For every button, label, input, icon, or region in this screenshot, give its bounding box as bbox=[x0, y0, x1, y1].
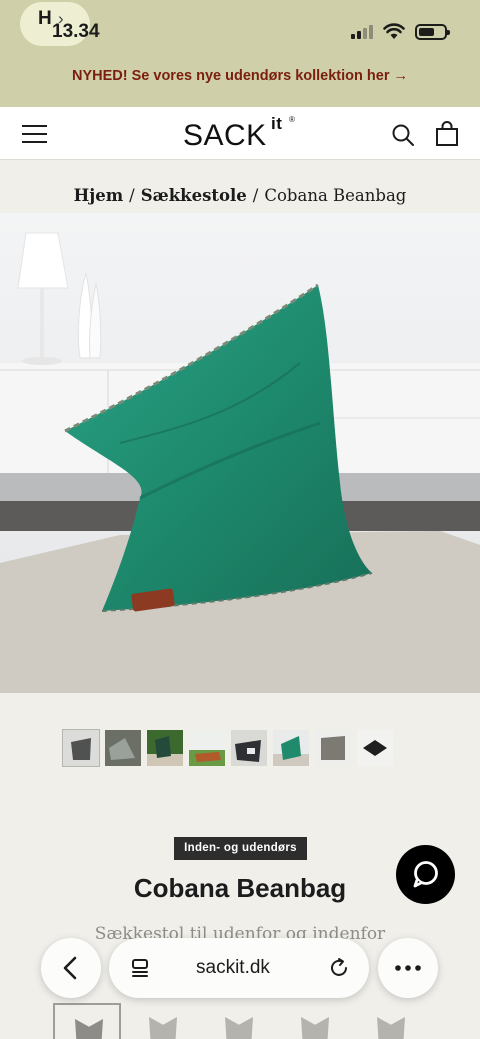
thumbnail[interactable] bbox=[357, 730, 393, 766]
battery-icon bbox=[415, 24, 450, 40]
logo-reg: ® bbox=[289, 115, 296, 124]
logo-text: SACK bbox=[183, 119, 267, 152]
menu-icon[interactable] bbox=[22, 125, 47, 143]
more-menu-button[interactable] bbox=[378, 938, 438, 998]
thumbnail[interactable] bbox=[189, 730, 225, 766]
chat-bubble-icon bbox=[413, 861, 438, 888]
url-text: sackit.dk bbox=[196, 957, 270, 978]
chat-button[interactable] bbox=[396, 845, 455, 904]
product-hero-image[interactable] bbox=[0, 213, 480, 693]
thumbnail[interactable] bbox=[147, 730, 183, 766]
status-time: 13.34 bbox=[52, 21, 100, 42]
variant-swatch[interactable] bbox=[357, 1003, 425, 1039]
site-header: SACK it ® bbox=[0, 107, 480, 160]
address-bar[interactable]: sackit.dk bbox=[109, 938, 369, 998]
product-tag: Inden- og udendørs bbox=[174, 837, 307, 860]
tabs-icon bbox=[132, 959, 148, 977]
wifi-icon bbox=[383, 23, 405, 39]
variant-swatch[interactable] bbox=[129, 1003, 197, 1039]
cellular-signal-icon bbox=[351, 25, 375, 39]
more-icon bbox=[395, 965, 421, 971]
variant-swatch[interactable] bbox=[53, 1003, 121, 1039]
logo-sup: it bbox=[271, 114, 283, 133]
breadcrumb: Hjem / Sækkestole / Cobana Beanbag bbox=[0, 186, 480, 205]
back-app-label: H bbox=[38, 8, 52, 29]
thumbnail[interactable] bbox=[273, 730, 309, 766]
announcement-link[interactable]: NYHED! Se vores nye udendørs kollektion … bbox=[0, 68, 480, 84]
browser-back-button[interactable] bbox=[41, 938, 101, 998]
thumbnail[interactable] bbox=[105, 730, 141, 766]
variant-swatches bbox=[53, 1003, 433, 1039]
site-logo[interactable]: SACK it ® bbox=[183, 114, 295, 153]
breadcrumb-separator: / bbox=[129, 186, 135, 205]
status-bar: H › 13.34 bbox=[0, 0, 480, 58]
variant-swatch[interactable] bbox=[205, 1003, 273, 1039]
reload-icon[interactable] bbox=[327, 956, 351, 980]
thumbnail[interactable] bbox=[231, 730, 267, 766]
breadcrumb-separator: / bbox=[252, 186, 259, 205]
thumbnail[interactable] bbox=[62, 729, 100, 767]
back-chevron-icon bbox=[63, 956, 77, 980]
breadcrumb-home[interactable]: Hjem bbox=[74, 186, 124, 205]
bag-icon[interactable] bbox=[436, 121, 458, 146]
thumbnail[interactable] bbox=[315, 730, 351, 766]
variant-swatch[interactable] bbox=[281, 1003, 349, 1039]
search-icon[interactable] bbox=[392, 124, 414, 146]
breadcrumb-current: Cobana Beanbag bbox=[264, 186, 407, 205]
breadcrumb-category[interactable]: Sækkestole bbox=[141, 186, 247, 205]
